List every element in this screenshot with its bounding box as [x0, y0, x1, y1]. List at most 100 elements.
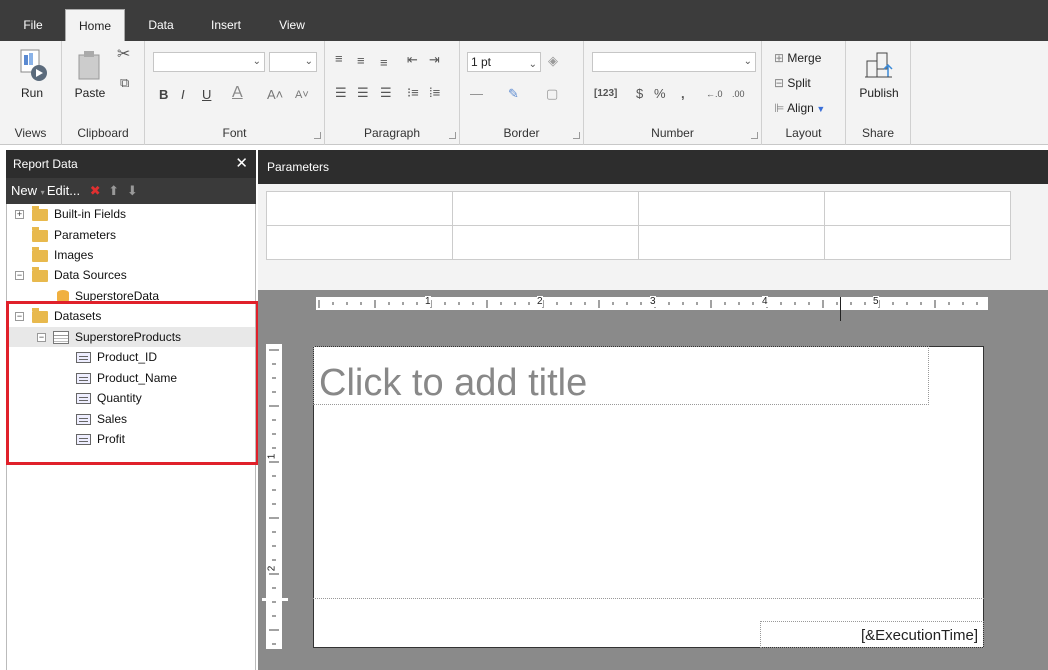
new-button[interactable]: New [11, 183, 37, 198]
border-color-icon[interactable]: ✎ [508, 86, 519, 102]
font-dialog-launcher-icon[interactable] [314, 132, 321, 139]
parameter-cell[interactable] [825, 192, 1011, 226]
decrease-indent-icon[interactable]: ⇤ [407, 52, 418, 68]
merge-button[interactable]: ⊞ Merge [774, 48, 821, 68]
font-color-icon[interactable]: A [232, 85, 243, 101]
align-left-icon[interactable]: ☰ [335, 85, 347, 101]
tree-item-images[interactable]: Images [7, 245, 255, 265]
report-data-header: Report Data ✕ [6, 150, 256, 178]
italic-icon[interactable]: I [181, 87, 185, 103]
tree-item-builtin-fields[interactable]: + Built-in Fields [7, 204, 255, 224]
align-middle-icon[interactable]: ≡ [357, 53, 365, 69]
run-button[interactable]: Run [12, 47, 52, 100]
close-icon[interactable]: ✕ [235, 150, 248, 178]
decrease-decimal-icon[interactable]: .00 [732, 86, 745, 102]
tree-item-label: Built-in Fields [54, 207, 127, 221]
placeholder-styles-icon[interactable]: [123] [594, 86, 617, 102]
tab-insert[interactable]: Insert [200, 9, 252, 41]
tab-file[interactable]: File [14, 9, 52, 41]
number-format-dropdown[interactable]: ⌄ [592, 52, 756, 72]
align-top-icon[interactable]: ≡ [335, 51, 343, 67]
align-right-icon[interactable]: ☰ [380, 85, 392, 101]
grow-font-icon[interactable]: A˄ [267, 87, 283, 103]
border-dialog-launcher-icon[interactable] [573, 132, 580, 139]
chevron-down-icon: ▼ [813, 104, 826, 114]
percent-icon[interactable]: % [654, 86, 666, 102]
ruler-marker [840, 297, 841, 321]
ruler-number: 5 [873, 296, 879, 307]
move-up-icon[interactable]: ⬆ [108, 183, 119, 198]
title-textbox[interactable]: Click to add title [313, 346, 929, 405]
group-layout: ⊞ Merge ⊟ Split ⊫ Align ▼ Layout [762, 41, 846, 145]
comma-style-icon[interactable]: , [681, 86, 685, 102]
paste-button[interactable]: Paste [70, 47, 110, 100]
ruler-number: 4 [762, 296, 768, 307]
execution-time-textbox[interactable]: [&ExecutionTime] [760, 621, 984, 648]
tree-item-data-sources[interactable]: − Data Sources [7, 265, 255, 285]
edit-button[interactable]: Edit... [47, 183, 80, 198]
parameter-cell[interactable] [267, 226, 453, 260]
align-bottom-icon[interactable]: ≡ [380, 55, 388, 71]
group-font: ⌄ ⌄ B I U A A˄ A˅ Font [145, 41, 325, 145]
group-border: 1 pt ⌄ ◈ — ✎ ▢ Border [460, 41, 584, 145]
publish-button[interactable]: Publish [854, 47, 904, 100]
border-style-icon[interactable]: — [470, 86, 483, 102]
increase-decimal-icon[interactable]: ←.0 [706, 86, 723, 102]
run-icon [20, 49, 47, 81]
currency-icon[interactable]: $ [636, 86, 643, 102]
ruler-number: 1 [266, 453, 278, 460]
tab-data[interactable]: Data [138, 9, 184, 41]
parameter-cell[interactable] [825, 226, 1011, 260]
split-label: Split [787, 76, 811, 90]
group-number: ⌄ [123] $ % , ←.0 .00 Number [584, 41, 762, 145]
ruler-number: 3 [650, 296, 656, 307]
tab-home[interactable]: Home [65, 9, 125, 41]
publish-label: Publish [859, 86, 899, 100]
borders-icon[interactable]: ▢ [546, 86, 558, 102]
expand-icon[interactable]: + [15, 210, 24, 219]
parameter-cell[interactable] [639, 226, 825, 260]
merge-label: Merge [787, 51, 822, 65]
cut-icon[interactable]: ✂ [117, 47, 130, 63]
paragraph-dialog-launcher-icon[interactable] [449, 132, 456, 139]
underline-icon[interactable]: U [202, 87, 211, 103]
group-paragraph: ≡ ≡ ≡ ⇤ ⇥ ☰ ☰ ☰ ⁝≡ ⁞≡ Paragraph [325, 41, 460, 145]
font-size-dropdown[interactable]: ⌄ [269, 52, 317, 72]
parameter-cell[interactable] [267, 192, 453, 226]
ruler-number: 2 [537, 296, 543, 307]
split-button[interactable]: ⊟ Split [774, 73, 811, 93]
group-label-views: Views [14, 126, 47, 140]
copy-icon[interactable]: ⧉ [120, 75, 129, 91]
increase-indent-icon[interactable]: ⇥ [429, 52, 440, 68]
split-icon: ⊟ [774, 76, 788, 90]
shrink-font-icon[interactable]: A˅ [295, 87, 309, 103]
run-label: Run [20, 86, 43, 100]
collapse-icon[interactable]: − [15, 271, 24, 280]
section-splitter[interactable] [262, 598, 288, 601]
numbering-icon[interactable]: ⁞≡ [429, 85, 440, 101]
tree-item-label: Images [54, 248, 94, 262]
publish-icon [865, 52, 893, 78]
folder-icon [32, 206, 48, 221]
bold-icon[interactable]: B [159, 87, 168, 103]
parameter-cell[interactable] [453, 226, 639, 260]
vertical-ruler: 1 2 [266, 344, 282, 649]
border-width-value: 1 pt [471, 55, 492, 69]
parameter-cell[interactable] [639, 192, 825, 226]
report-data-title: Report Data [13, 157, 78, 171]
border-width-dropdown[interactable]: 1 pt ⌄ [467, 52, 541, 72]
delete-icon[interactable]: ✖ [90, 183, 101, 198]
font-family-dropdown[interactable]: ⌄ [153, 52, 265, 72]
fill-color-icon[interactable]: ◈ [548, 53, 558, 69]
align-center-icon[interactable]: ☰ [357, 85, 369, 101]
align-dropdown-button[interactable]: ⊫ Align ▼ [774, 98, 825, 118]
group-label-share: Share [861, 126, 895, 140]
number-dialog-launcher-icon[interactable] [751, 132, 758, 139]
paste-icon [78, 51, 100, 80]
ruler-number: 1 [425, 296, 431, 307]
parameter-cell[interactable] [453, 192, 639, 226]
tab-view[interactable]: View [268, 9, 316, 41]
bullets-icon[interactable]: ⁝≡ [407, 85, 419, 101]
move-down-icon[interactable]: ⬇ [127, 183, 138, 198]
tree-item-parameters[interactable]: Parameters [7, 225, 255, 245]
